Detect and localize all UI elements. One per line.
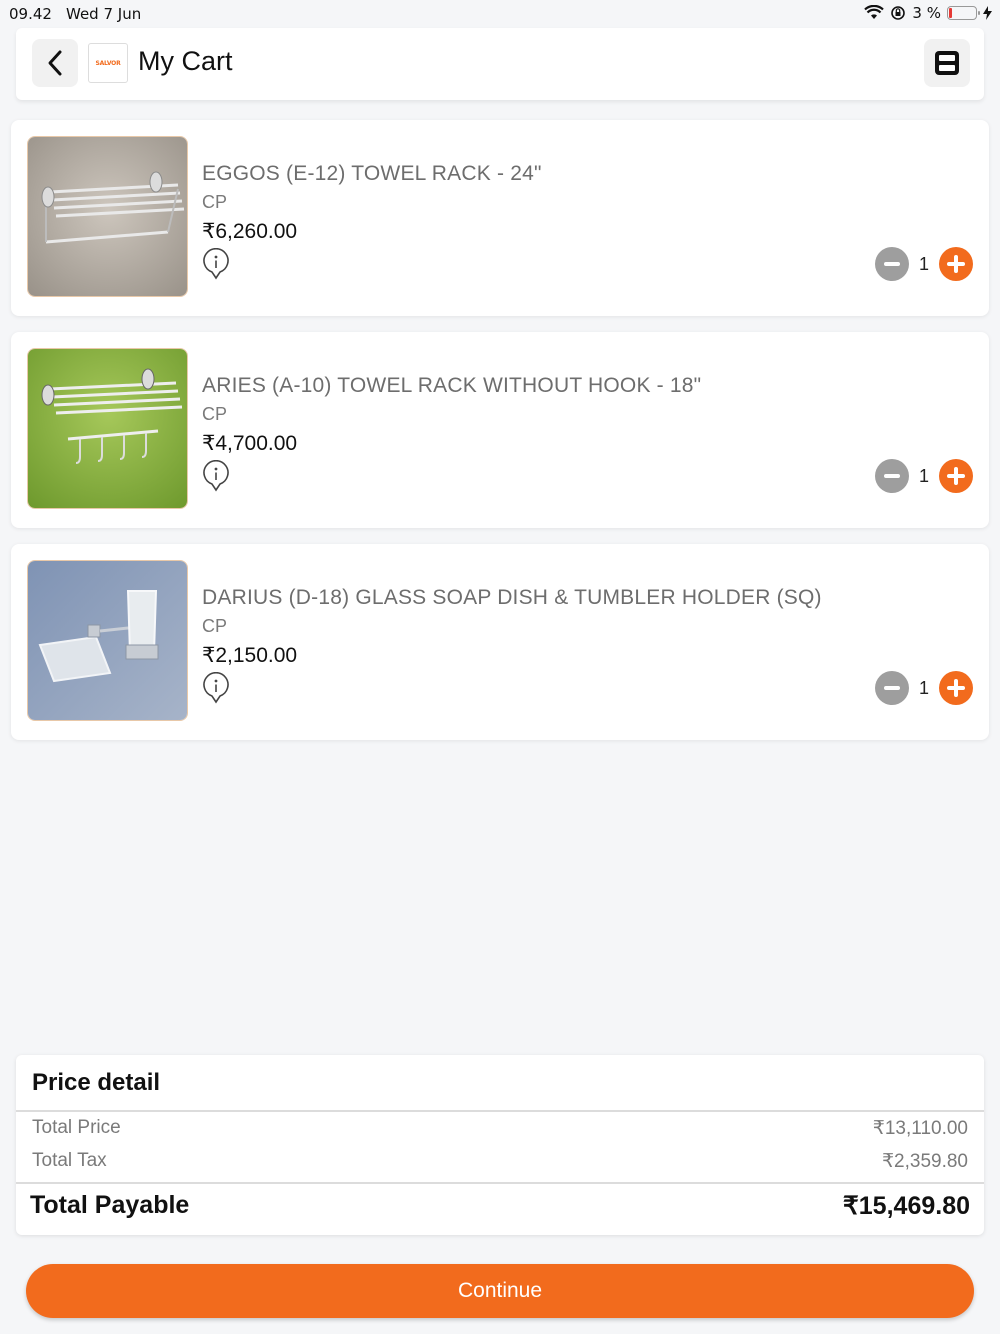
total-price-row: Total Price ₹13,110.00 xyxy=(32,1117,968,1140)
cart-item: ARIES (A-10) TOWEL RACK WITHOUT HOOK - 1… xyxy=(11,332,989,528)
wifi-icon xyxy=(864,5,885,19)
total-payable-value: ₹15,469.80 xyxy=(842,1192,970,1220)
quantity-value: 1 xyxy=(918,253,929,274)
charging-icon xyxy=(983,6,992,20)
scan-icon xyxy=(935,51,959,75)
product-variant: CP xyxy=(202,192,228,212)
page-title: My Cart xyxy=(138,46,233,76)
quantity-value: 1 xyxy=(918,677,929,698)
product-variant: CP xyxy=(202,616,228,636)
status-date: Wed 7 Jun xyxy=(66,5,142,23)
battery-percent: 3 % xyxy=(912,4,941,22)
quantity-value: 1 xyxy=(918,465,929,486)
total-payable-label: Total Payable xyxy=(30,1191,190,1219)
increase-quantity-button[interactable] xyxy=(939,459,973,493)
total-tax-label: Total Tax xyxy=(32,1150,107,1171)
chevron-left-icon xyxy=(48,50,62,76)
battery-icon xyxy=(947,6,980,20)
price-detail-card: Price detail Total Price ₹13,110.00 Tota… xyxy=(16,1055,984,1235)
quantity-stepper: 1 xyxy=(875,671,973,705)
product-variant: CP xyxy=(202,404,228,424)
info-icon[interactable] xyxy=(202,672,230,704)
header-bar: SALVOR My Cart xyxy=(16,28,984,100)
minus-icon xyxy=(884,686,900,690)
quantity-stepper: 1 xyxy=(875,459,973,493)
product-name[interactable]: EGGOS (E-12) TOWEL RACK - 24" xyxy=(202,162,542,186)
product-price: ₹6,260.00 xyxy=(202,220,298,243)
product-name[interactable]: DARIUS (D-18) GLASS SOAP DISH & TUMBLER … xyxy=(202,586,822,610)
status-right: 3 % xyxy=(864,4,992,22)
minus-icon xyxy=(884,262,900,266)
decrease-quantity-button[interactable] xyxy=(875,459,909,493)
info-icon[interactable] xyxy=(202,248,230,280)
brand-logo: SALVOR xyxy=(88,43,128,83)
product-price: ₹4,700.00 xyxy=(202,432,298,455)
decrease-quantity-button[interactable] xyxy=(875,671,909,705)
status-time: 09.42 xyxy=(9,5,52,23)
product-price: ₹2,150.00 xyxy=(202,644,298,667)
decrease-quantity-button[interactable] xyxy=(875,247,909,281)
back-button[interactable] xyxy=(32,39,78,87)
divider xyxy=(16,1110,984,1112)
cart-item: EGGOS (E-12) TOWEL RACK - 24" CP ₹6,260.… xyxy=(11,120,989,316)
total-tax-value: ₹2,359.80 xyxy=(881,1151,968,1172)
orientation-lock-icon xyxy=(891,6,906,20)
increase-quantity-button[interactable] xyxy=(939,671,973,705)
product-name[interactable]: ARIES (A-10) TOWEL RACK WITHOUT HOOK - 1… xyxy=(202,374,701,398)
continue-button[interactable]: Continue xyxy=(26,1264,974,1318)
total-payable-row: Total Payable ₹15,469.80 xyxy=(30,1191,970,1221)
total-price-label: Total Price xyxy=(32,1117,121,1138)
info-icon[interactable] xyxy=(202,460,230,492)
increase-quantity-button[interactable] xyxy=(939,247,973,281)
status-bar: 09.42 Wed 7 Jun 3 % xyxy=(0,0,1000,28)
product-image[interactable] xyxy=(27,136,188,297)
scan-button[interactable] xyxy=(924,39,970,87)
divider xyxy=(16,1182,984,1184)
product-image[interactable] xyxy=(27,348,188,509)
total-price-value: ₹13,110.00 xyxy=(872,1118,968,1139)
quantity-stepper: 1 xyxy=(875,247,973,281)
price-detail-heading: Price detail xyxy=(32,1069,161,1096)
minus-icon xyxy=(884,474,900,478)
product-image[interactable] xyxy=(27,560,188,721)
total-tax-row: Total Tax ₹2,359.80 xyxy=(32,1150,968,1173)
cart-item: DARIUS (D-18) GLASS SOAP DISH & TUMBLER … xyxy=(11,544,989,740)
